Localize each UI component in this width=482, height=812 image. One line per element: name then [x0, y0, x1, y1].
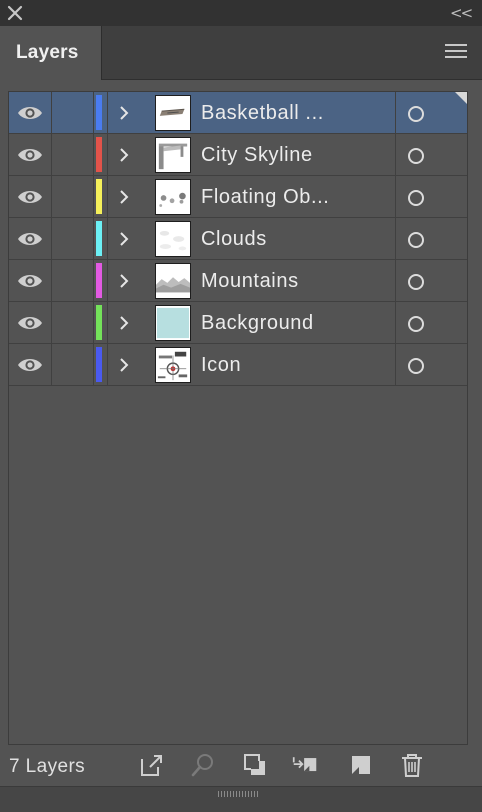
- layer-name[interactable]: Mountains: [201, 270, 299, 293]
- chevron-right-icon[interactable]: [117, 105, 131, 121]
- column-divider: [395, 344, 396, 385]
- panel-tab-bar: Layers: [0, 26, 482, 80]
- target-circle-icon[interactable]: [408, 190, 424, 206]
- hamburger-menu-icon: [445, 44, 467, 46]
- layer-row[interactable]: Mountains: [9, 260, 467, 302]
- close-x-icon[interactable]: [6, 4, 24, 22]
- visibility-eye-icon[interactable]: [17, 229, 43, 249]
- column-divider: [51, 302, 52, 343]
- column-divider: [107, 302, 108, 343]
- layer-thumbnail: [155, 179, 191, 215]
- target-circle-icon[interactable]: [408, 232, 424, 248]
- layer-color-swatch: [96, 305, 102, 340]
- layer-thumbnail: [155, 95, 191, 131]
- chevron-right-icon[interactable]: [117, 231, 131, 247]
- layer-name[interactable]: City Skyline: [201, 144, 313, 167]
- visibility-eye-icon[interactable]: [17, 355, 43, 375]
- clipping-mask-icon[interactable]: [242, 752, 268, 778]
- column-divider: [107, 92, 108, 133]
- column-divider: [395, 176, 396, 217]
- resize-grip[interactable]: [218, 791, 258, 797]
- layer-row[interactable]: Background: [9, 302, 467, 344]
- collapse-panel-button[interactable]: <<: [450, 3, 473, 23]
- layer-row[interactable]: City Skyline: [9, 134, 467, 176]
- chevron-right-icon[interactable]: [117, 273, 131, 289]
- column-divider: [395, 218, 396, 259]
- chevron-right-icon[interactable]: [117, 189, 131, 205]
- layer-name[interactable]: Floating Ob...: [201, 186, 329, 209]
- layer-row[interactable]: Floating Ob...: [9, 176, 467, 218]
- column-divider: [107, 344, 108, 385]
- export-icon[interactable]: [139, 752, 165, 778]
- layer-color-swatch: [96, 95, 102, 130]
- column-divider: [107, 176, 108, 217]
- lock-toggle-area[interactable]: [93, 218, 94, 259]
- move-to-layer-icon[interactable]: [292, 752, 318, 778]
- panel-menu-button[interactable]: [445, 44, 467, 62]
- panel-footer: 7 Layers: [0, 746, 482, 786]
- tab-layers[interactable]: Layers: [0, 26, 102, 80]
- layers-list[interactable]: Basketball ... City Skyline Floating Ob...…: [8, 91, 468, 745]
- column-divider: [51, 344, 52, 385]
- tab-layers-label: Layers: [16, 42, 79, 63]
- lock-toggle-area[interactable]: [93, 302, 94, 343]
- column-divider: [107, 134, 108, 175]
- target-circle-icon[interactable]: [408, 148, 424, 164]
- column-divider: [51, 176, 52, 217]
- layer-row[interactable]: Basketball ...: [9, 92, 467, 134]
- layer-color-swatch: [96, 347, 102, 382]
- target-circle-icon[interactable]: [408, 316, 424, 332]
- visibility-eye-icon[interactable]: [17, 271, 43, 291]
- layer-count: 7 Layers: [9, 756, 86, 777]
- layer-name[interactable]: Basketball ...: [201, 102, 324, 125]
- lock-toggle-area[interactable]: [93, 260, 94, 301]
- chevron-right-icon[interactable]: [117, 357, 131, 373]
- column-divider: [107, 260, 108, 301]
- panel-title-strip: <<: [0, 0, 482, 26]
- layer-color-swatch: [96, 137, 102, 172]
- target-circle-icon[interactable]: [408, 358, 424, 374]
- layer-name[interactable]: Clouds: [201, 228, 267, 251]
- column-divider: [51, 218, 52, 259]
- new-sublayer-icon[interactable]: [348, 752, 374, 778]
- layer-name[interactable]: Background: [201, 312, 314, 335]
- visibility-eye-icon[interactable]: [17, 313, 43, 333]
- target-circle-icon[interactable]: [408, 106, 424, 122]
- lock-toggle-area[interactable]: [93, 92, 94, 133]
- layer-thumbnail: [155, 221, 191, 257]
- panel-resize-handle[interactable]: [0, 786, 482, 812]
- column-divider: [395, 134, 396, 175]
- layer-row[interactable]: Clouds: [9, 218, 467, 260]
- chevron-right-icon[interactable]: [117, 315, 131, 331]
- visibility-eye-icon[interactable]: [17, 103, 43, 123]
- visibility-eye-icon[interactable]: [17, 145, 43, 165]
- layer-name[interactable]: Icon: [201, 354, 241, 377]
- layer-row[interactable]: Icon: [9, 344, 467, 386]
- column-divider: [395, 92, 396, 133]
- layer-thumbnail: [155, 347, 191, 383]
- lock-toggle-area[interactable]: [93, 176, 94, 217]
- layer-thumbnail: [155, 263, 191, 299]
- target-circle-icon[interactable]: [408, 274, 424, 290]
- lock-toggle-area[interactable]: [93, 344, 94, 385]
- chevron-right-icon[interactable]: [117, 147, 131, 163]
- column-divider: [107, 218, 108, 259]
- column-divider: [51, 260, 52, 301]
- column-divider: [51, 134, 52, 175]
- lock-toggle-area[interactable]: [93, 134, 94, 175]
- column-divider: [395, 260, 396, 301]
- selection-indicator: [455, 92, 467, 104]
- locate-object-icon[interactable]: [190, 752, 216, 778]
- layer-color-swatch: [96, 179, 102, 214]
- layer-thumbnail: [155, 137, 191, 173]
- layer-thumbnail: [155, 305, 191, 341]
- layer-color-swatch: [96, 263, 102, 298]
- column-divider: [51, 92, 52, 133]
- layer-color-swatch: [96, 221, 102, 256]
- column-divider: [395, 302, 396, 343]
- trash-icon[interactable]: [399, 752, 425, 778]
- visibility-eye-icon[interactable]: [17, 187, 43, 207]
